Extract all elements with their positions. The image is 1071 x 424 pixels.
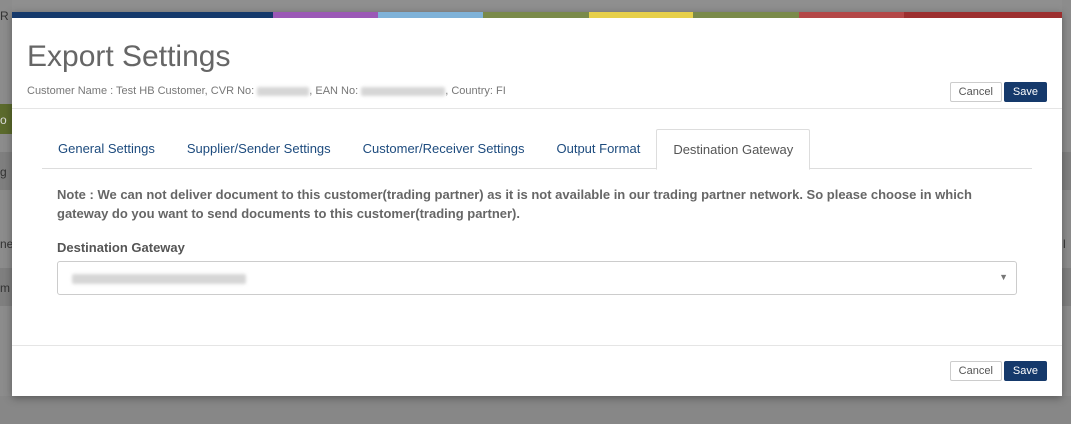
background-band xyxy=(1062,152,1071,190)
header-actions: Cancel Save xyxy=(949,82,1047,102)
tab-customer-receiver-settings[interactable]: Customer/Receiver Settings xyxy=(347,129,541,169)
tab-destination-gateway[interactable]: Destination Gateway xyxy=(656,129,811,170)
background-band xyxy=(1062,268,1071,306)
background-page-bottom xyxy=(0,396,1071,424)
tab-output-format[interactable]: Output Format xyxy=(541,129,657,169)
cvr-number-redacted xyxy=(257,86,310,96)
background-text-fragment: o xyxy=(0,113,7,127)
export-settings-modal: Export Settings Customer Name : Test HB … xyxy=(12,12,1062,396)
destination-gateway-select[interactable]: ▼ xyxy=(57,261,1017,295)
background-page-left xyxy=(0,0,12,424)
background-text-fragment: m xyxy=(0,281,10,295)
ean-label: , EAN No: xyxy=(309,85,362,97)
save-button[interactable]: Save xyxy=(1003,361,1047,381)
background-page-right xyxy=(1062,0,1071,424)
customer-name-label: Customer Name : Test HB Customer, CVR No… xyxy=(27,85,258,97)
gateway-note: Note : We can not deliver document to th… xyxy=(57,187,972,221)
cancel-button[interactable]: Cancel xyxy=(949,361,1002,381)
modal-body: General Settings Supplier/Sender Setting… xyxy=(12,109,1062,345)
modal-footer: Cancel Save xyxy=(12,345,1062,396)
customer-info: Customer Name : Test HB Customer, CVR No… xyxy=(27,85,506,97)
settings-tabs: General Settings Supplier/Sender Setting… xyxy=(42,129,1032,170)
footer-actions: Cancel Save xyxy=(949,361,1047,381)
save-button[interactable]: Save xyxy=(1003,82,1047,102)
tab-supplier-sender-settings[interactable]: Supplier/Sender Settings xyxy=(171,129,347,169)
background-text-fragment: R xyxy=(0,9,9,23)
selected-gateway-redacted xyxy=(72,274,246,284)
modal-title: Export Settings xyxy=(27,40,231,73)
country-label: , Country: FI xyxy=(445,85,506,97)
background-text-fragment: l xyxy=(1063,237,1066,251)
chevron-down-icon: ▼ xyxy=(999,272,1008,282)
modal-header: Export Settings Customer Name : Test HB … xyxy=(12,18,1062,109)
tab-general-settings[interactable]: General Settings xyxy=(42,129,171,169)
destination-gateway-label: Destination Gateway xyxy=(57,240,185,255)
ean-number-redacted xyxy=(361,86,446,96)
background-text-fragment: g xyxy=(0,165,7,179)
cancel-button[interactable]: Cancel xyxy=(949,82,1002,102)
